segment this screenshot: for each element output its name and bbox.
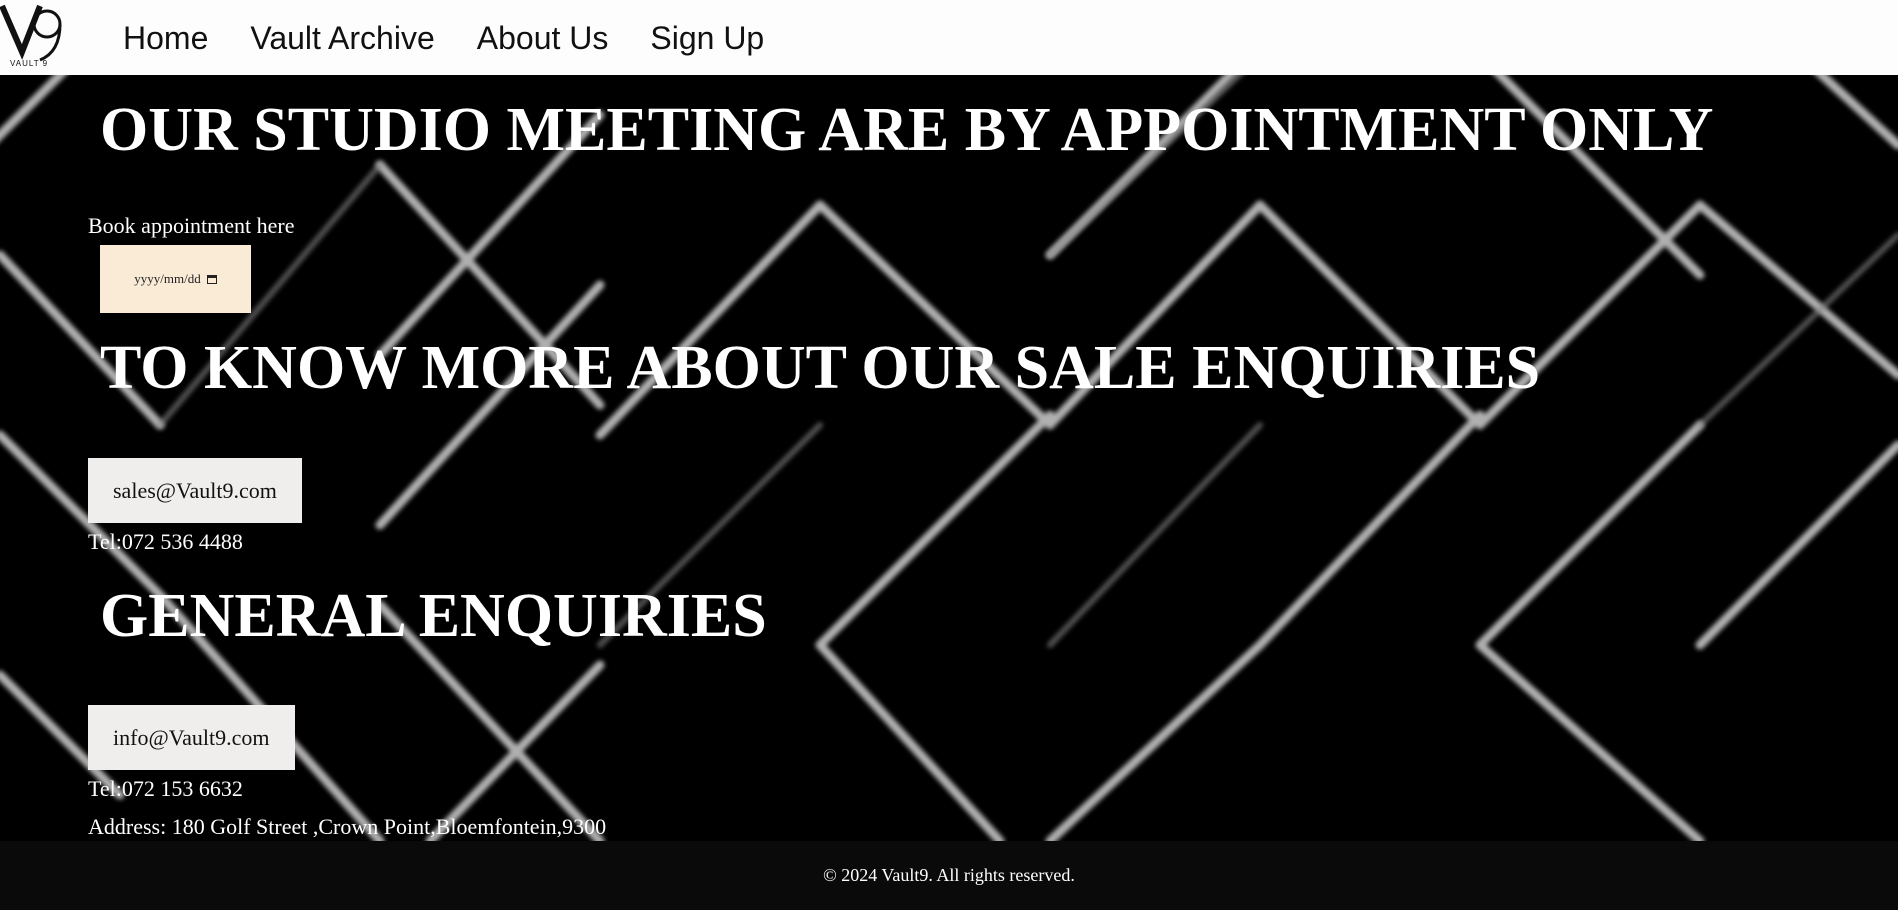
footer: © 2024 Vault9. All rights reserved. [0,841,1898,910]
nav-sign-up[interactable]: Sign Up [650,22,764,54]
sales-email-button[interactable]: sales@Vault9.com [88,458,302,523]
sales-phone: Tel:072 536 4488 [88,529,243,554]
general-email-button[interactable]: info@Vault9.com [88,705,295,770]
date-placeholder: yyyy/mm/dd [134,271,201,286]
copyright-text: © 2024 Vault9. All rights reserved. [823,865,1075,885]
studio-heading: OUR STUDIO MEETING ARE BY APPOINTMENT ON… [100,96,1714,164]
address: Address: 180 Golf Street ,Crown Point,Bl… [88,814,607,839]
nav-home[interactable]: Home [123,22,208,54]
main-content: OUR STUDIO MEETING ARE BY APPOINTMENT ON… [0,75,1898,841]
book-appointment-label: Book appointment here [88,213,295,238]
navbar: VAULT 9 Home Vault Archive About Us Sign… [0,0,1898,75]
vault9-logo[interactable]: VAULT 9 [0,2,72,68]
nav-vault-archive[interactable]: Vault Archive [250,22,434,54]
general-phone: Tel:072 153 6632 [88,776,243,801]
logo-text: VAULT 9 [10,59,48,68]
sales-heading: TO KNOW MORE ABOUT OUR SALE ENQUIRIES [100,334,1541,402]
nav-links: Home Vault Archive About Us Sign Up [123,0,806,75]
general-heading: GENERAL ENQUIRIES [100,582,767,650]
calendar-icon[interactable] [206,274,217,284]
nav-about-us[interactable]: About Us [477,22,609,54]
appointment-date-input[interactable]: yyyy/mm/dd [100,245,251,313]
